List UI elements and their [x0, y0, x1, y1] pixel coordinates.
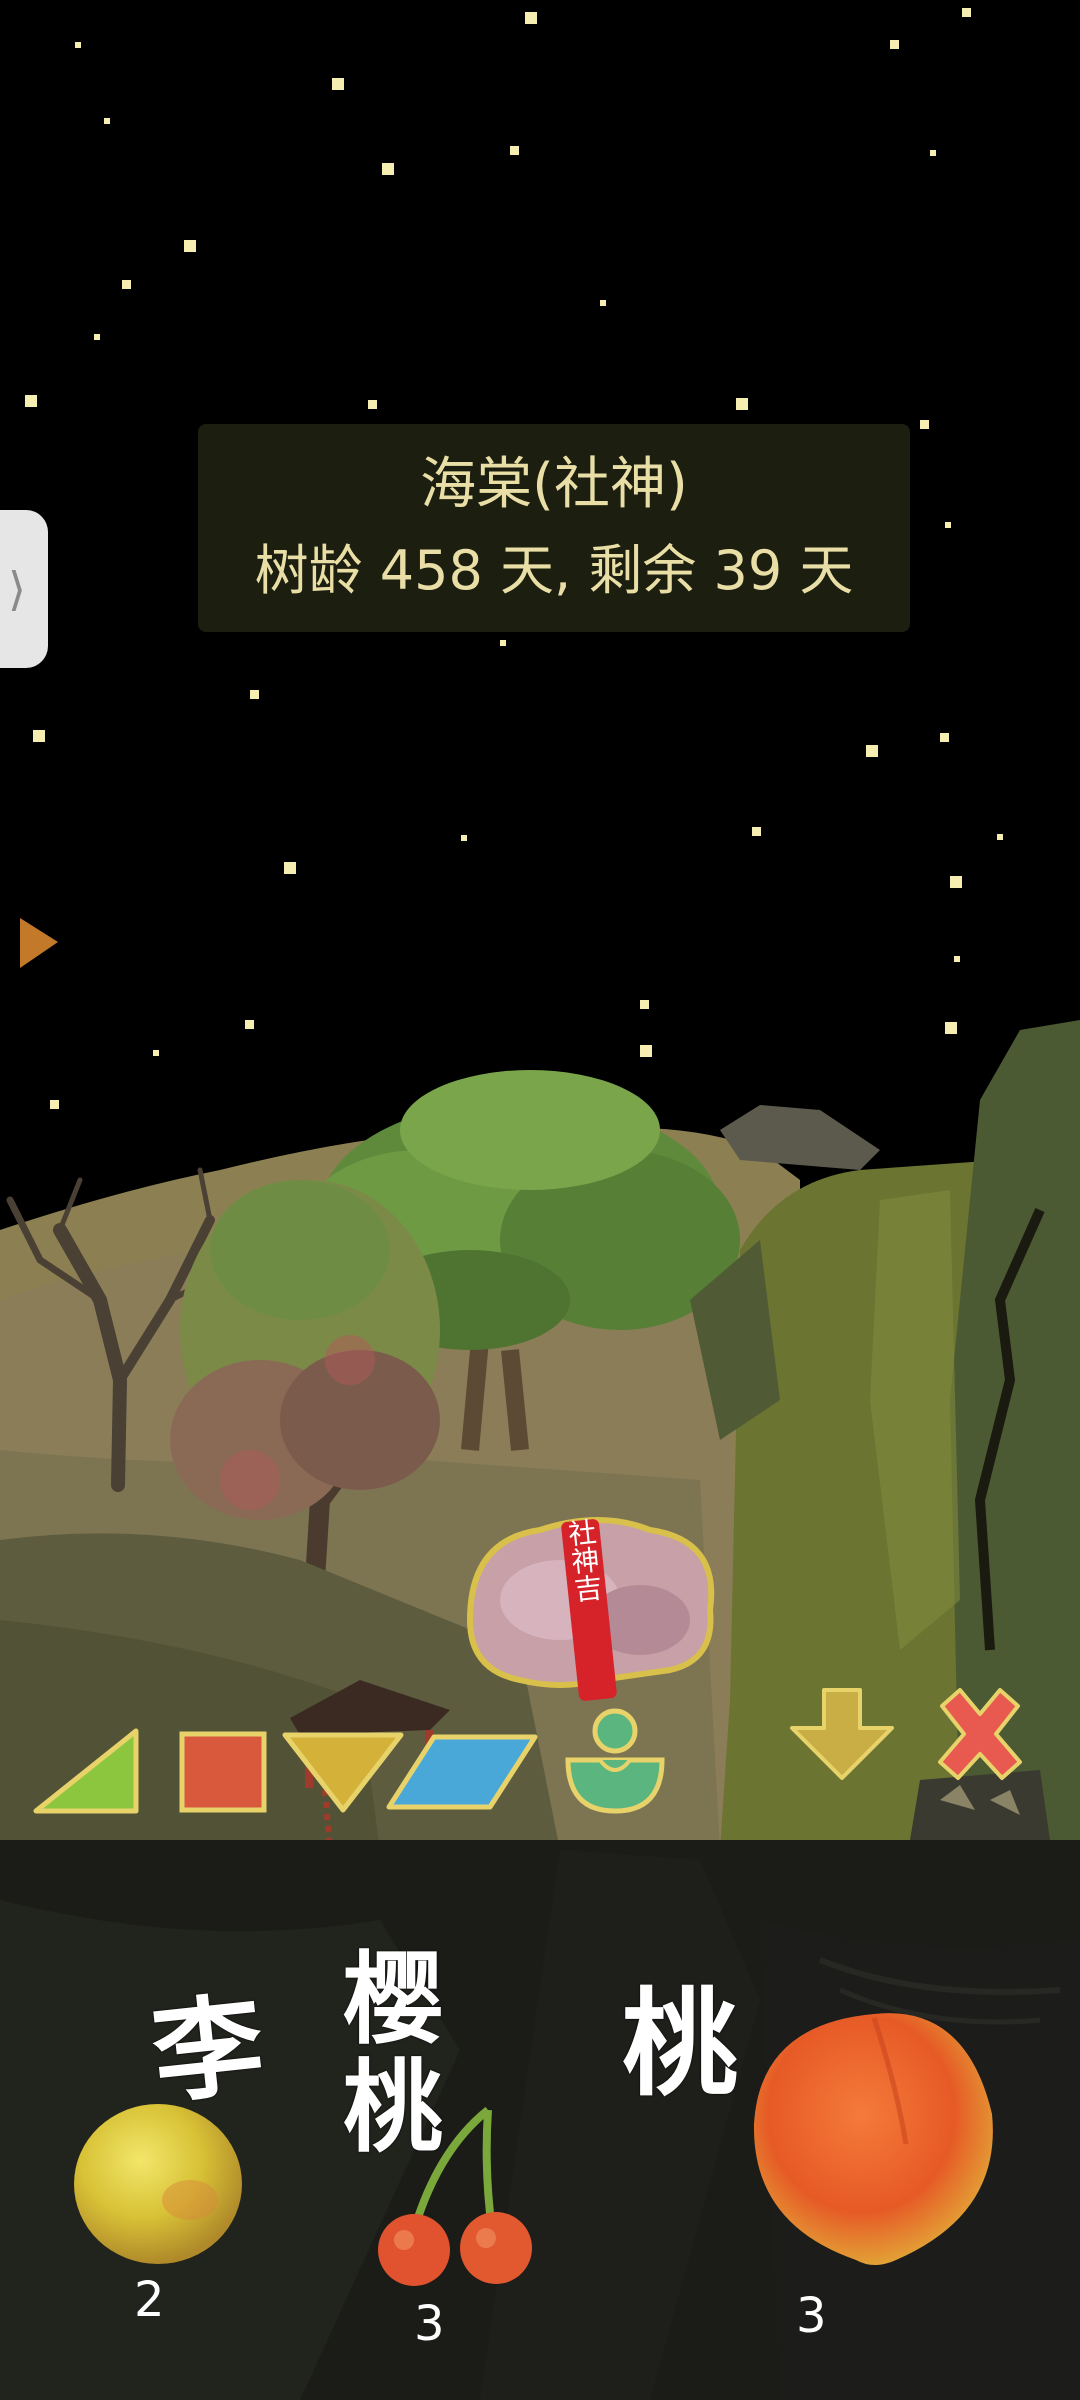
- star: [752, 827, 761, 836]
- tree-age-text: 树龄 458 天, 剩余 39 天: [254, 539, 854, 602]
- star: [50, 1100, 59, 1109]
- star: [890, 40, 899, 49]
- plum-icon[interactable]: [70, 2100, 246, 2268]
- fruit-count-plum: 2: [134, 2272, 165, 2328]
- star: [640, 1000, 649, 1009]
- game-screen: 社神吉 海棠(社神) 树龄 458 天, 剩余 39 天 ⟩ 李 2 樱桃 3 …: [0, 0, 1080, 2400]
- star: [382, 163, 394, 175]
- star: [184, 240, 196, 252]
- star: [245, 1020, 254, 1029]
- star: [640, 1045, 652, 1057]
- star: [945, 522, 951, 528]
- tree-info-panel: 海棠(社神) 树龄 458 天, 剩余 39 天: [198, 424, 910, 632]
- star: [104, 118, 110, 124]
- star: [94, 334, 100, 340]
- star: [945, 1022, 957, 1034]
- star: [368, 400, 377, 409]
- star: [75, 42, 81, 48]
- star: [962, 8, 971, 17]
- star: [284, 862, 296, 874]
- close-x-icon[interactable]: [928, 1684, 1032, 1784]
- down-arrow-icon[interactable]: [786, 1686, 898, 1782]
- star: [153, 1050, 159, 1056]
- star: [940, 733, 949, 742]
- star: [930, 150, 936, 156]
- star: [920, 420, 929, 429]
- star: [736, 398, 748, 410]
- figure-icon[interactable]: [560, 1705, 670, 1817]
- star: [33, 730, 45, 742]
- star: [954, 956, 960, 962]
- star: [510, 146, 519, 155]
- fruit-count-peach: 3: [796, 2288, 827, 2344]
- tree-name: 海棠(社神): [420, 452, 688, 517]
- star: [250, 690, 259, 699]
- fruit-count-cherry: 3: [414, 2296, 445, 2352]
- star: [461, 835, 467, 841]
- star: [866, 745, 878, 757]
- square-icon[interactable]: [178, 1730, 268, 1814]
- side-drawer-tab[interactable]: ⟩: [0, 510, 48, 668]
- star: [25, 395, 37, 407]
- star: [122, 280, 131, 289]
- star: [525, 12, 537, 24]
- triangle-icon[interactable]: [30, 1725, 142, 1817]
- cherry-icon[interactable]: [368, 2100, 540, 2296]
- star: [600, 300, 606, 306]
- star: [997, 834, 1003, 840]
- fruit-label-peach: 桃: [622, 1976, 738, 2112]
- peach-icon[interactable]: [746, 1994, 1002, 2270]
- star: [950, 876, 962, 888]
- parallelogram-icon[interactable]: [384, 1732, 540, 1812]
- chevron-right-icon: ⟩: [8, 562, 26, 616]
- star: [500, 640, 506, 646]
- star: [332, 78, 344, 90]
